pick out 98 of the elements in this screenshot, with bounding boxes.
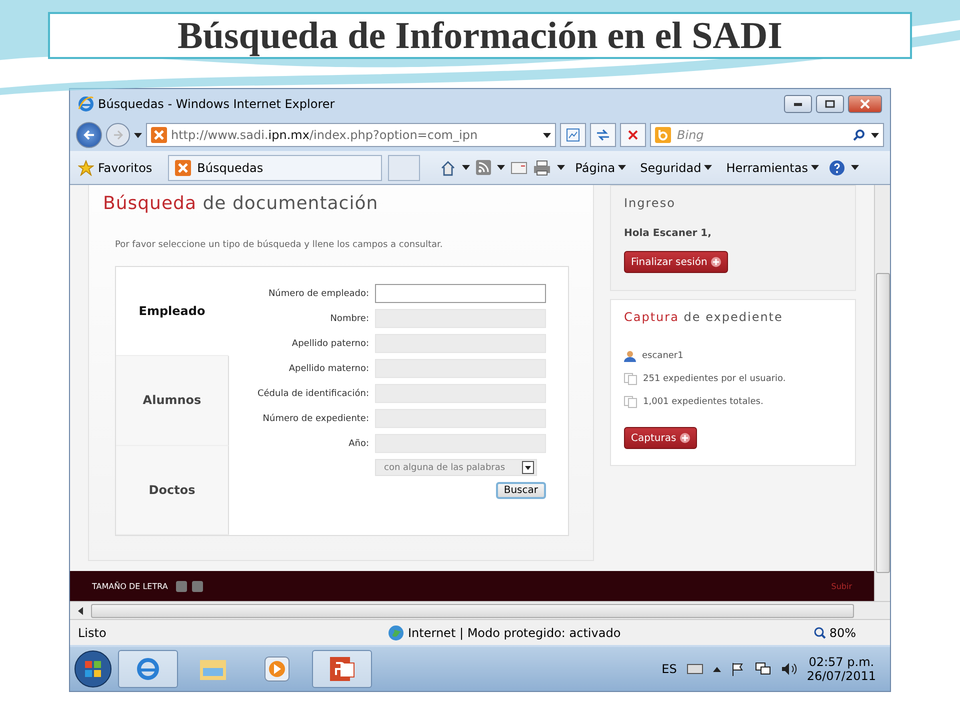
globe-icon: [388, 624, 404, 640]
speaker-icon[interactable]: [780, 662, 797, 676]
field-label: Número de expediente:: [262, 412, 369, 426]
slide-title: Búsqueda de Información en el SADI: [178, 14, 782, 58]
font-size-label: TAMAÑO DE LETRA: [92, 582, 168, 590]
refresh-button[interactable]: [590, 123, 616, 147]
magnifier-icon: [814, 626, 826, 638]
browser-tab[interactable]: Búsquedas: [168, 154, 382, 180]
logout-button[interactable]: Finalizar sesión: [624, 251, 728, 273]
captures-button[interactable]: Capturas: [624, 427, 698, 449]
minimize-button[interactable]: [784, 95, 812, 113]
caret-icon[interactable]: [497, 165, 506, 170]
command-menu[interactable]: Página: [571, 160, 630, 174]
favorites-button[interactable]: Favoritos: [76, 160, 162, 176]
field-label: Año:: [348, 438, 369, 450]
search-icon[interactable]: [853, 129, 865, 141]
close-icon: [860, 99, 870, 109]
back-arrow-icon: [83, 129, 95, 141]
card-title: Ingreso: [624, 196, 676, 210]
browser-logo-icon: [134, 655, 162, 683]
caret-icon[interactable]: [462, 165, 470, 170]
address-field[interactable]: http://www.sadi.ipn.mx/index.php?option=com_ipn: [146, 123, 556, 147]
increase-font-button[interactable]: [192, 580, 203, 592]
language-indicator[interactable]: ES: [662, 662, 677, 676]
field-label: Nombre:: [329, 312, 369, 326]
caret-icon[interactable]: [871, 132, 879, 138]
horizontal-scrollbar[interactable]: [70, 601, 890, 619]
presentation-app-icon: [328, 655, 356, 683]
clock-time: 02:57 p.m.: [808, 655, 874, 669]
caret-icon[interactable]: [557, 165, 566, 170]
vertical-scrollbar[interactable]: [874, 185, 890, 601]
close-button[interactable]: [848, 95, 882, 113]
flag-icon[interactable]: [730, 662, 745, 676]
caret-icon[interactable]: [134, 132, 142, 138]
page-chart-icon: [566, 128, 580, 142]
field-label: Cédula de identificación:: [256, 388, 369, 400]
zoom-button[interactable]: 80%: [808, 624, 862, 640]
info-text: escaner1: [642, 350, 684, 360]
refresh-icon: [596, 129, 610, 141]
scroll-left-icon[interactable]: [78, 606, 83, 614]
search-button[interactable]: Buscar: [496, 482, 546, 499]
page-heading: Búsqueda de documentación: [103, 193, 380, 214]
documents-icon: [624, 396, 637, 408]
plus-icon: [680, 433, 690, 443]
forward-arrow-icon: [113, 130, 123, 140]
field-label: Apellido materno:: [288, 362, 369, 376]
star-icon: [78, 160, 94, 176]
field-label: Apellido paterno:: [290, 338, 369, 350]
help-icon[interactable]: [828, 160, 845, 176]
search-type-tab[interactable]: Alumnos: [116, 356, 229, 446]
mail-icon[interactable]: [511, 162, 528, 174]
network-icon[interactable]: [754, 662, 771, 676]
keyboard-icon[interactable]: [686, 664, 703, 674]
info-text: 251 expedientes por el usuario.: [643, 374, 786, 384]
plus-icon: [711, 257, 722, 267]
info-text: 1,001 expedientes totales.: [643, 396, 764, 406]
command-menu[interactable]: Herramientas: [722, 160, 823, 174]
command-menu[interactable]: Seguridad: [636, 160, 716, 174]
search-type-tab[interactable]: Doctos: [116, 446, 229, 535]
maximize-icon: [825, 100, 835, 108]
clock-date: 26/07/2011: [806, 669, 876, 683]
field-label: Número de empleado:: [267, 288, 369, 300]
window-title: Búsquedas - Windows Internet Explorer: [98, 97, 335, 111]
printer-icon[interactable]: [533, 160, 552, 176]
caret-icon: [522, 461, 534, 474]
user-icon: [624, 350, 636, 362]
input-field[interactable]: [375, 284, 546, 303]
caret-icon[interactable]: [850, 165, 859, 170]
back-button[interactable]: [76, 122, 102, 148]
stop-button[interactable]: [620, 123, 646, 147]
site-icon: [175, 160, 192, 176]
maximize-button[interactable]: [816, 95, 844, 113]
instructions-text: Por favor seleccione un tipo de búsqueda y llene los campos a consultar.: [115, 240, 444, 250]
feed-icon[interactable]: [476, 160, 492, 175]
card-title: Captura de expediente: [624, 310, 783, 324]
home-icon[interactable]: [440, 160, 456, 176]
caret-icon[interactable]: [712, 666, 721, 672]
minimize-icon: [794, 102, 802, 106]
status-text: Listo: [78, 626, 108, 640]
compatibility-button[interactable]: [560, 123, 586, 147]
browser-logo-icon: [78, 96, 94, 112]
documents-icon: [624, 372, 637, 384]
search-field[interactable]: Bing: [650, 123, 884, 147]
caret-icon: [618, 165, 626, 170]
start-button[interactable]: [74, 650, 112, 688]
stop-icon: [628, 130, 638, 140]
bing-logo-icon: [655, 127, 671, 143]
decrease-font-button[interactable]: [176, 580, 187, 592]
match-dropdown[interactable]: con alguna de las palabras: [375, 459, 537, 476]
site-icon: [151, 127, 167, 143]
zone-text: Internet | Modo protegido: activado: [408, 626, 621, 640]
taskbar-app[interactable]: [118, 650, 178, 688]
play-icon: [264, 656, 290, 682]
caret-icon: [810, 165, 819, 170]
greeting-text: Hola Escaner 1,: [624, 228, 712, 239]
caret-icon[interactable]: [543, 132, 551, 138]
caret-icon: [704, 165, 712, 170]
taskbar-app[interactable]: [312, 650, 372, 688]
